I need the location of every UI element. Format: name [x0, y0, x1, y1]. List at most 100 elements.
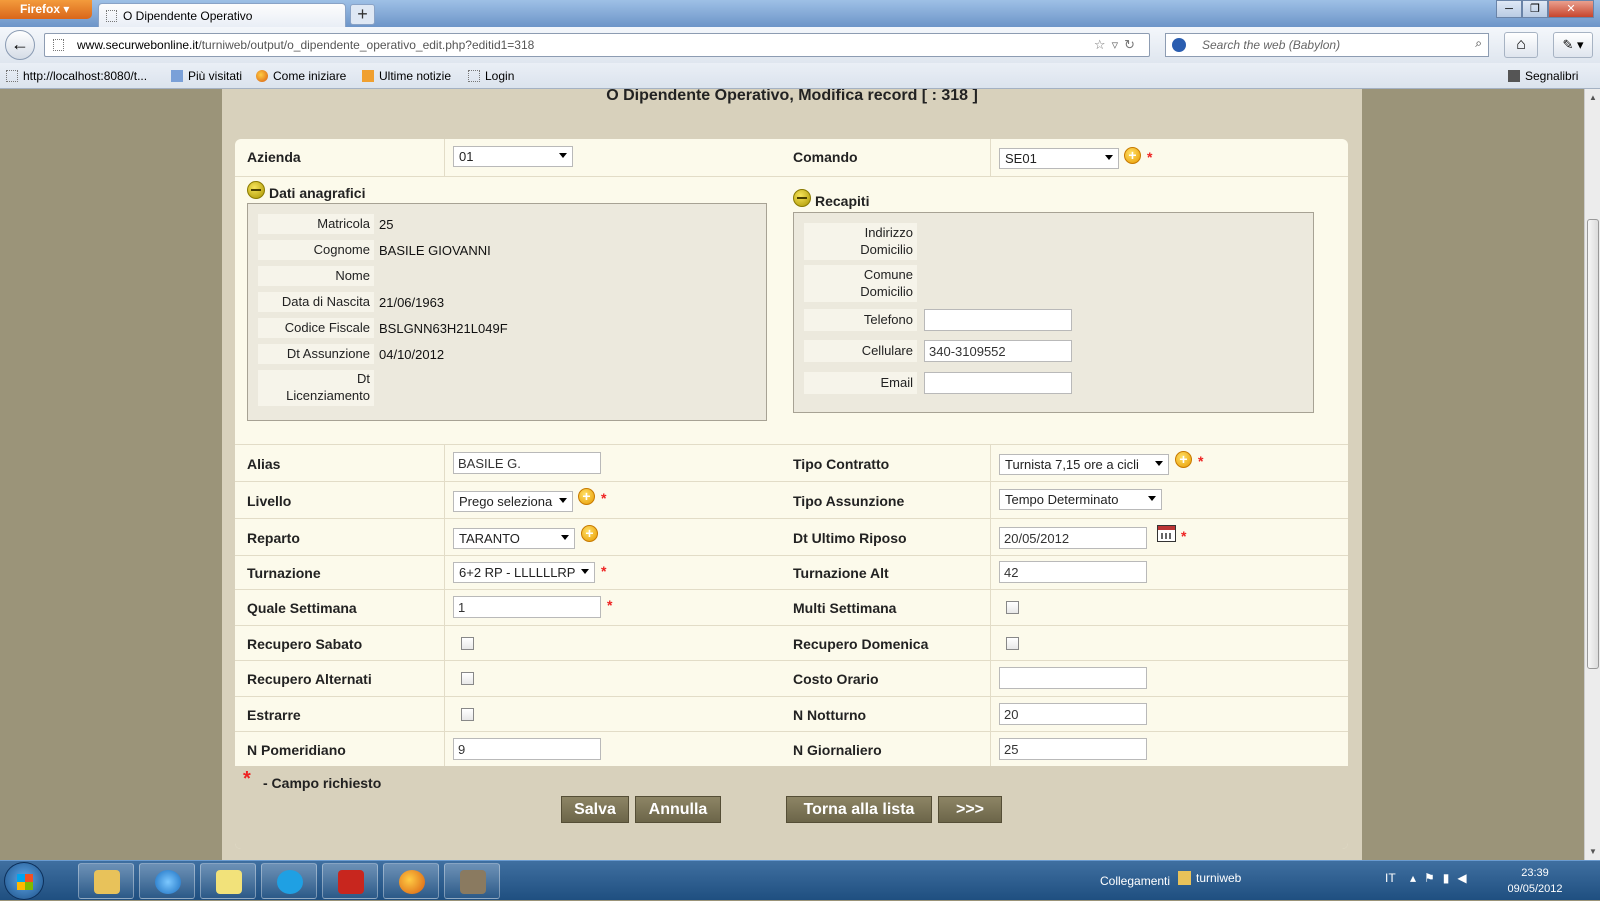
taskbar-skype[interactable] — [261, 863, 317, 899]
bookmarks-menu[interactable]: Segnalibri — [1508, 69, 1578, 83]
required-icon: * — [1181, 528, 1187, 544]
grid-line — [444, 444, 445, 766]
cellulare-input[interactable]: 340-3109552 — [924, 340, 1072, 362]
n-giornaliero-label: N Giornaliero — [793, 742, 882, 758]
collapse-icon[interactable] — [247, 181, 265, 199]
costo-orario-input[interactable] — [999, 667, 1147, 689]
telefono-input[interactable] — [924, 309, 1072, 331]
bookmark-star-icon[interactable]: ☆ — [1094, 37, 1112, 52]
start-button[interactable] — [4, 862, 44, 900]
alias-label: Alias — [247, 456, 281, 472]
n-giornaliero-input[interactable]: 25 — [999, 738, 1147, 760]
search-box[interactable]: Search the web (Babylon) ⌕ — [1165, 33, 1489, 57]
url-actions[interactable]: ☆▿↻ — [1094, 37, 1141, 53]
browser-tab[interactable]: O Dipendente Operativo — [98, 3, 346, 27]
email-input[interactable] — [924, 372, 1072, 394]
tipo-contratto-select[interactable]: Turnista 7,15 ore a cicli — [999, 454, 1169, 475]
search-icon[interactable]: ⌕ — [1475, 36, 1482, 51]
chevron-down-icon — [1155, 461, 1163, 466]
navigation-toolbar: ← www.securwebonline.it/turniweb/output/… — [0, 27, 1600, 63]
livello-select[interactable]: Prego seleziona — [453, 491, 573, 512]
calendar-icon[interactable] — [1157, 525, 1176, 542]
taskbar-firefox[interactable] — [383, 863, 439, 899]
recupero-sabato-checkbox[interactable] — [461, 637, 474, 650]
add-reparto-icon[interactable]: + — [581, 525, 598, 542]
data-nascita-value: 21/06/1963 — [379, 295, 445, 310]
reload-icon[interactable]: ↻ — [1124, 37, 1141, 52]
add-livello-icon[interactable]: + — [578, 488, 595, 505]
next-record-button[interactable]: >>> — [938, 796, 1002, 823]
tipo-assunzione-select[interactable]: Tempo Determinato — [999, 489, 1162, 510]
turnazione-alt-label: Turnazione Alt — [793, 565, 889, 581]
language-indicator[interactable]: IT — [1385, 871, 1396, 885]
clock[interactable]: 23:39 09/05/2012 — [1500, 865, 1570, 897]
dt-ultimo-riposo-input[interactable]: 20/05/2012 — [999, 527, 1147, 549]
turnazione-select[interactable]: 6+2 RP - LLLLLLRP — [453, 562, 595, 583]
taskbar-gimp[interactable] — [444, 863, 500, 899]
taskbar-ie[interactable] — [139, 863, 195, 899]
annulla-button[interactable]: Annulla — [635, 796, 721, 823]
window-titlebar: Firefox ▾ O Dipendente Operativo + ─ ❐ ✕ — [0, 0, 1600, 27]
grid-line — [235, 555, 1348, 556]
url-bar[interactable]: www.securwebonline.it/turniweb/output/o_… — [44, 33, 1150, 57]
multi-settimana-checkbox[interactable] — [1006, 601, 1019, 614]
addon-button[interactable]: ✎ ▾ — [1553, 32, 1593, 58]
reparto-select[interactable]: TARANTO — [453, 528, 575, 549]
home-button[interactable]: ⌂ — [1504, 32, 1538, 58]
chevron-down-icon — [559, 498, 567, 503]
tray-icons[interactable]: ▴⚑▮◀ — [1410, 871, 1475, 885]
add-tipo-contratto-icon[interactable]: + — [1175, 451, 1192, 468]
taskbar-explorer[interactable] — [78, 863, 134, 899]
scroll-up-icon[interactable]: ▲ — [1589, 93, 1597, 102]
alias-input[interactable]: BASILE G. — [453, 452, 601, 474]
restore-icon[interactable]: ❐ — [1522, 0, 1548, 18]
bookmark-piu-visitati[interactable]: Più visitati — [171, 69, 242, 83]
salva-button[interactable]: Salva — [561, 796, 629, 823]
estrarre-checkbox[interactable] — [461, 708, 474, 721]
taskbar-notes[interactable] — [200, 863, 256, 899]
search-engine-icon[interactable] — [1172, 38, 1186, 52]
n-notturno-input[interactable]: 20 — [999, 703, 1147, 725]
page-title: O Dipendente Operativo, Modifica record … — [606, 89, 978, 104]
rss-icon — [362, 70, 374, 82]
grid-line — [235, 518, 1348, 519]
quale-settimana-input[interactable]: 1 — [453, 596, 601, 618]
url-domain: www.securwebonline.it — [77, 38, 199, 52]
estrarre-label: Estrarre — [247, 707, 301, 723]
window-controls: ─ ❐ ✕ — [1496, 0, 1594, 18]
volume-icon[interactable]: ◀ — [1457, 871, 1474, 885]
taskbar-filezilla[interactable] — [322, 863, 378, 899]
firefox-menu-button[interactable]: Firefox ▾ — [0, 0, 92, 19]
torna-alla-lista-button[interactable]: Torna alla lista — [786, 796, 932, 823]
bookmark-ultime-notizie[interactable]: Ultime notizie — [362, 69, 451, 83]
recupero-alternati-checkbox[interactable] — [461, 672, 474, 685]
turnazione-alt-input[interactable]: 42 — [999, 561, 1147, 583]
new-tab-button[interactable]: + — [350, 4, 375, 25]
comando-select[interactable]: SE01 — [999, 148, 1119, 169]
network-icon[interactable]: ▮ — [1443, 871, 1458, 885]
chevron-down-icon — [1105, 155, 1113, 160]
tray-folder[interactable]: turniweb — [1196, 871, 1241, 885]
recupero-domenica-checkbox[interactable] — [1006, 637, 1019, 650]
flag-icon[interactable]: ⚑ — [1424, 871, 1443, 885]
comune-label: Comune Domicilio — [804, 265, 917, 302]
collapse-icon[interactable] — [793, 189, 811, 207]
vertical-scrollbar[interactable]: ▲ ▼ — [1584, 89, 1600, 860]
n-pomeridiano-input[interactable]: 9 — [453, 738, 601, 760]
bookmark-login[interactable]: Login — [468, 69, 514, 83]
azienda-select[interactable]: 01 — [453, 146, 573, 167]
tray-label[interactable]: Collegamenti — [1100, 874, 1170, 888]
dropdown-icon[interactable]: ▿ — [1112, 37, 1125, 52]
bookmark-localhost[interactable]: http://localhost:8080/t... — [6, 69, 147, 83]
up-arrow-icon[interactable]: ▴ — [1410, 871, 1424, 885]
tipo-contratto-label: Tipo Contratto — [793, 456, 890, 472]
bookmark-come-iniziare[interactable]: Come iniziare — [256, 69, 346, 83]
required-icon: * — [607, 597, 613, 613]
chevron-down-icon — [1148, 496, 1156, 501]
add-comando-icon[interactable]: + — [1124, 147, 1141, 164]
scroll-down-icon[interactable]: ▼ — [1589, 847, 1597, 856]
back-button[interactable]: ← — [5, 30, 35, 60]
minimize-icon[interactable]: ─ — [1496, 0, 1522, 18]
scrollbar-thumb[interactable] — [1587, 219, 1599, 669]
close-icon[interactable]: ✕ — [1548, 0, 1594, 18]
